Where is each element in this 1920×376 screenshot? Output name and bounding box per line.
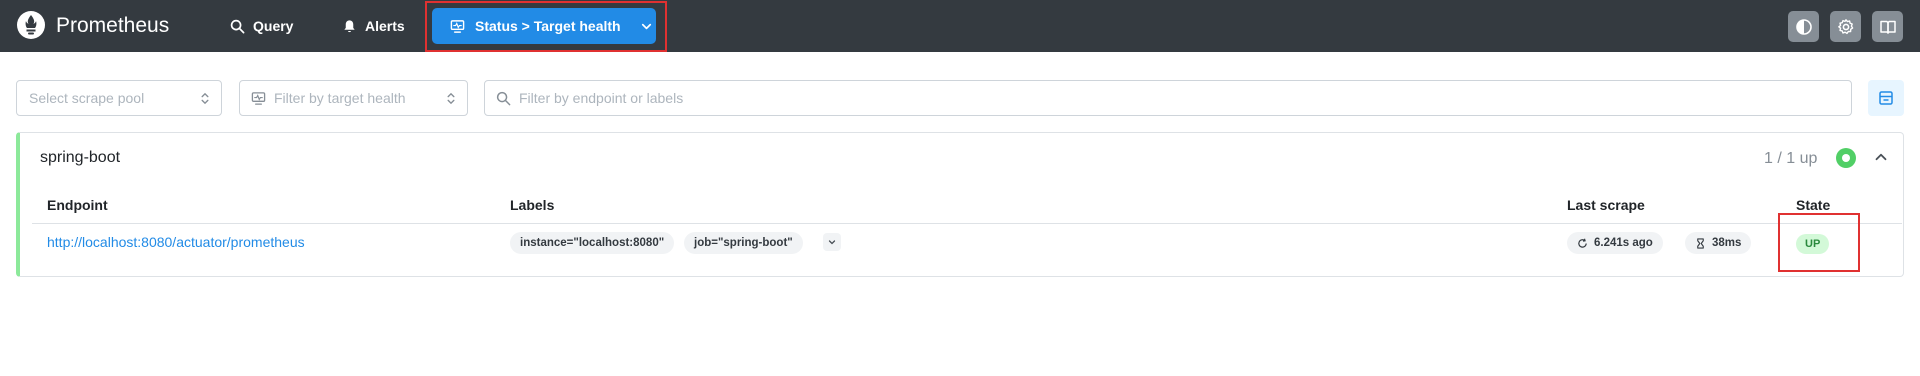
- nav-status-dropdown[interactable]: Status > Target health: [432, 8, 656, 44]
- target-state-badge: UP: [1796, 234, 1830, 254]
- chevron-down-icon: [641, 23, 651, 29]
- bell-icon: [344, 19, 355, 32]
- scrape-pool-select[interactable]: Select scrape pool: [16, 80, 222, 116]
- gear-icon: [1837, 18, 1853, 34]
- scrape-pool-card: spring-boot 1 / 1 up Endpoint Labels Las…: [16, 132, 1904, 277]
- scrape-duration-badge: 38ms: [1685, 232, 1752, 254]
- book-icon: [1879, 20, 1896, 34]
- documentation-button[interactable]: [1872, 11, 1903, 42]
- last-scrape-value: 6.241s ago: [1594, 237, 1653, 249]
- nav-status-label: Status > Target health: [475, 18, 621, 34]
- scrape-duration-value: 38ms: [1712, 237, 1742, 249]
- selector-icon: [201, 92, 209, 105]
- last-scrape-badge: 6.241s ago: [1567, 232, 1663, 254]
- collapse-all-button[interactable]: [1868, 80, 1904, 116]
- search-icon: [230, 19, 245, 33]
- endpoint-search-input[interactable]: Filter by endpoint or labels: [484, 80, 1852, 116]
- chevron-up-icon[interactable]: [1872, 148, 1890, 166]
- expand-labels-button[interactable]: [823, 233, 841, 251]
- pool-up-count: 1 / 1 up: [1764, 150, 1818, 167]
- nav-query-label: Query: [253, 18, 294, 34]
- table-header-divider: [32, 223, 1902, 224]
- column-header-last-scrape: Last scrape: [1567, 197, 1645, 213]
- nav-query[interactable]: Query: [230, 16, 293, 36]
- pool-name[interactable]: spring-boot: [40, 149, 120, 167]
- health-filter-select[interactable]: Filter by target health: [239, 80, 468, 116]
- chevron-down-icon: [828, 240, 836, 245]
- label-badge-job: job="spring-boot": [684, 232, 803, 254]
- top-navbar: Prometheus Query Alerts Status > Target …: [0, 0, 1920, 52]
- collapse-layout-icon: [1879, 91, 1893, 105]
- target-endpoint-link[interactable]: http://localhost:8080/actuator/prometheu…: [47, 234, 305, 250]
- nav-alerts[interactable]: Alerts: [342, 16, 405, 36]
- monitor-heart-icon: [251, 92, 266, 105]
- column-header-endpoint: Endpoint: [47, 197, 108, 213]
- contrast-icon: [1795, 18, 1812, 35]
- prometheus-logo-icon[interactable]: [16, 10, 46, 40]
- theme-toggle-button[interactable]: [1788, 11, 1819, 42]
- column-header-labels: Labels: [510, 197, 555, 213]
- nav-alerts-label: Alerts: [365, 18, 405, 34]
- column-header-state: State: [1796, 197, 1831, 213]
- settings-button[interactable]: [1830, 11, 1861, 42]
- selector-icon: [447, 92, 455, 105]
- hourglass-icon: [1697, 237, 1704, 249]
- endpoint-search-placeholder: Filter by endpoint or labels: [519, 90, 684, 106]
- pool-health-icon: [1836, 148, 1856, 168]
- scrape-pool-placeholder: Select scrape pool: [29, 90, 145, 106]
- label-badge-instance: instance="localhost:8080": [510, 232, 675, 254]
- search-icon: [496, 91, 511, 106]
- brand-name[interactable]: Prometheus: [56, 14, 169, 38]
- refresh-icon: [1578, 238, 1587, 248]
- monitor-heart-icon: [450, 19, 465, 33]
- health-filter-placeholder: Filter by target health: [274, 90, 406, 106]
